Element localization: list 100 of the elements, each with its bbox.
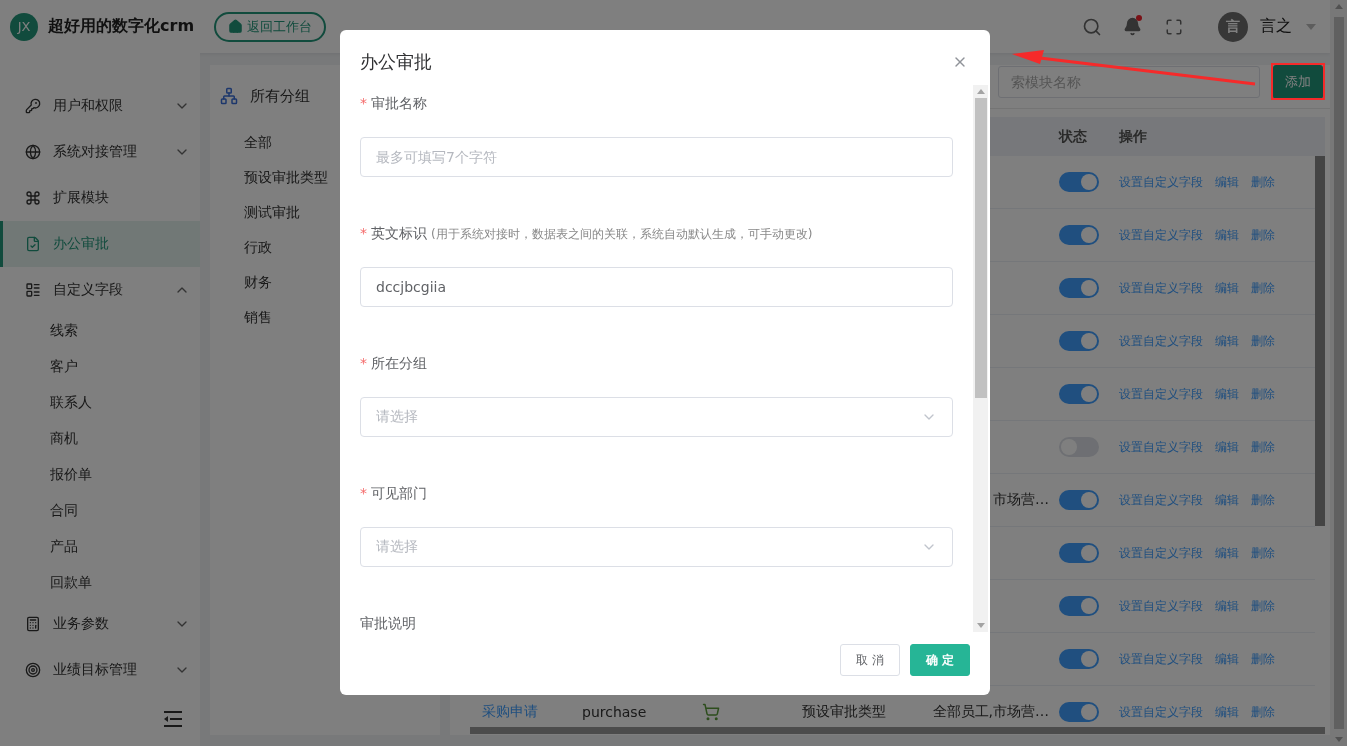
action-link[interactable]: 删除: [1251, 703, 1275, 721]
dropdown-field[interactable]: 请选择: [360, 397, 953, 437]
required-mark: *: [360, 225, 367, 241]
text-field[interactable]: 最多可填写7个字符: [360, 137, 953, 177]
action-link[interactable]: 设置自定义字段: [1119, 703, 1203, 721]
action-link[interactable]: 删除: [1251, 226, 1275, 244]
action-link[interactable]: 删除: [1251, 279, 1275, 297]
toggle-switch[interactable]: [1059, 278, 1099, 298]
group-title: 所有分组: [250, 86, 310, 106]
action-link[interactable]: 编辑: [1215, 226, 1239, 244]
sidebar-item[interactable]: 用户和权限: [0, 83, 200, 129]
name-link[interactable]: 采购申请: [482, 703, 582, 721]
action-link[interactable]: 设置自定义字段: [1119, 226, 1203, 244]
bell-icon[interactable]: [1123, 17, 1142, 36]
action-link[interactable]: 设置自定义字段: [1119, 173, 1203, 191]
collapse-menu-icon[interactable]: [164, 711, 182, 727]
sidebar-subitem[interactable]: 报价单: [0, 457, 200, 493]
action-link[interactable]: 设置自定义字段: [1119, 650, 1203, 668]
table-cell-text: 全部员工,市场营…: [931, 703, 1050, 721]
sidebar-subitem[interactable]: 商机: [0, 421, 200, 457]
toggle-switch[interactable]: [1059, 331, 1099, 351]
action-link[interactable]: 设置自定义字段: [1119, 597, 1203, 615]
toggle-switch[interactable]: [1059, 702, 1099, 722]
text-field[interactable]: dccjbcgiia: [360, 267, 953, 307]
back-button[interactable]: 返回工作台: [214, 11, 327, 42]
action-link[interactable]: 编辑: [1215, 385, 1239, 403]
field-label: 所在分组: [371, 355, 427, 373]
sidebar-item[interactable]: 业绩目标管理: [0, 647, 200, 693]
target-icon: [25, 662, 41, 678]
action-link[interactable]: 删除: [1251, 173, 1275, 191]
sidebar-item[interactable]: 自定义字段: [0, 267, 200, 313]
field-label: 英文标识: [371, 225, 427, 243]
sidebar-subitem[interactable]: 合同: [0, 493, 200, 529]
field-label: 审批名称: [371, 95, 427, 113]
required-mark: *: [360, 355, 367, 371]
sidebar-subitem[interactable]: 回款单: [0, 565, 200, 601]
sidebar-subitem[interactable]: 线索: [0, 313, 200, 349]
search-icon[interactable]: [1081, 16, 1102, 37]
sidebar-subitem[interactable]: 客户: [0, 349, 200, 385]
dropdown-field[interactable]: 请选择: [360, 527, 953, 567]
action-link[interactable]: 设置自定义字段: [1119, 385, 1203, 403]
action-link[interactable]: 编辑: [1215, 438, 1239, 456]
command-icon: [25, 190, 41, 206]
fullscreen-icon[interactable]: [1164, 17, 1183, 36]
toggle-switch[interactable]: [1059, 172, 1099, 192]
toggle-switch[interactable]: [1059, 596, 1099, 616]
toggle-switch[interactable]: [1059, 649, 1099, 669]
toggle-switch[interactable]: [1059, 543, 1099, 563]
user-name: 言之: [1260, 16, 1292, 37]
column-header: 操作: [1119, 127, 1148, 146]
column-header: 状态: [1059, 127, 1088, 146]
toggle-switch[interactable]: [1059, 225, 1099, 245]
action-link[interactable]: 编辑: [1215, 279, 1239, 297]
action-link[interactable]: 删除: [1251, 597, 1275, 615]
action-link[interactable]: 设置自定义字段: [1119, 279, 1203, 297]
action-link[interactable]: 设置自定义字段: [1119, 438, 1203, 456]
action-link[interactable]: 编辑: [1215, 650, 1239, 668]
sidebar-subitem[interactable]: 联系人: [0, 385, 200, 421]
action-link[interactable]: 设置自定义字段: [1119, 544, 1203, 562]
field-label: 可见部门: [371, 485, 427, 503]
action-link[interactable]: 删除: [1251, 332, 1275, 350]
toggle-switch[interactable]: [1059, 384, 1099, 404]
dialog-title: 办公审批: [360, 49, 432, 74]
table-cell-text: 市场营…: [992, 491, 1050, 509]
action-link[interactable]: 设置自定义字段: [1119, 491, 1203, 509]
action-link[interactable]: 编辑: [1215, 544, 1239, 562]
app-title: 超好用的数字化crm: [48, 16, 195, 37]
sidebar-item[interactable]: 系统对接管理: [0, 129, 200, 175]
sidebar-subitem[interactable]: 产品: [0, 529, 200, 565]
sidebar-item[interactable]: 业务参数: [0, 601, 200, 647]
action-link[interactable]: 删除: [1251, 385, 1275, 403]
field-hint: (用于系统对接时，数据表之间的关联，系统自动默认生成，可手动更改): [431, 226, 813, 243]
action-link[interactable]: 删除: [1251, 544, 1275, 562]
sidebar-item[interactable]: 办公审批: [0, 221, 200, 267]
action-link[interactable]: 编辑: [1215, 597, 1239, 615]
sidebar-item[interactable]: 扩展模块: [0, 175, 200, 221]
home-icon: [228, 19, 244, 34]
action-link[interactable]: 编辑: [1215, 703, 1239, 721]
action-link[interactable]: 编辑: [1215, 332, 1239, 350]
document-check-icon: [25, 236, 41, 252]
avatar: 言: [1218, 11, 1248, 42]
required-mark: *: [360, 95, 367, 111]
key-icon: [25, 98, 41, 114]
action-link[interactable]: 设置自定义字段: [1119, 332, 1203, 350]
required-mark: *: [360, 485, 367, 501]
caret-icon[interactable]: [1306, 23, 1316, 30]
action-link[interactable]: 编辑: [1215, 173, 1239, 191]
action-link[interactable]: 删除: [1251, 438, 1275, 456]
confirm-button[interactable]: 确 定: [909, 644, 970, 676]
globe-icon: [25, 144, 41, 160]
hierarchy-icon: [220, 87, 238, 105]
cancel-button[interactable]: 取 消: [840, 644, 900, 676]
action-link[interactable]: 编辑: [1215, 491, 1239, 509]
action-link[interactable]: 删除: [1251, 650, 1275, 668]
logo: JX: [10, 12, 38, 41]
toggle-switch[interactable]: [1059, 490, 1099, 510]
field-label: 审批说明: [360, 615, 416, 632]
table-cell-text: 预设审批类型: [802, 703, 887, 721]
add-button[interactable]: 添加: [1273, 64, 1323, 99]
action-link[interactable]: 删除: [1251, 491, 1275, 509]
